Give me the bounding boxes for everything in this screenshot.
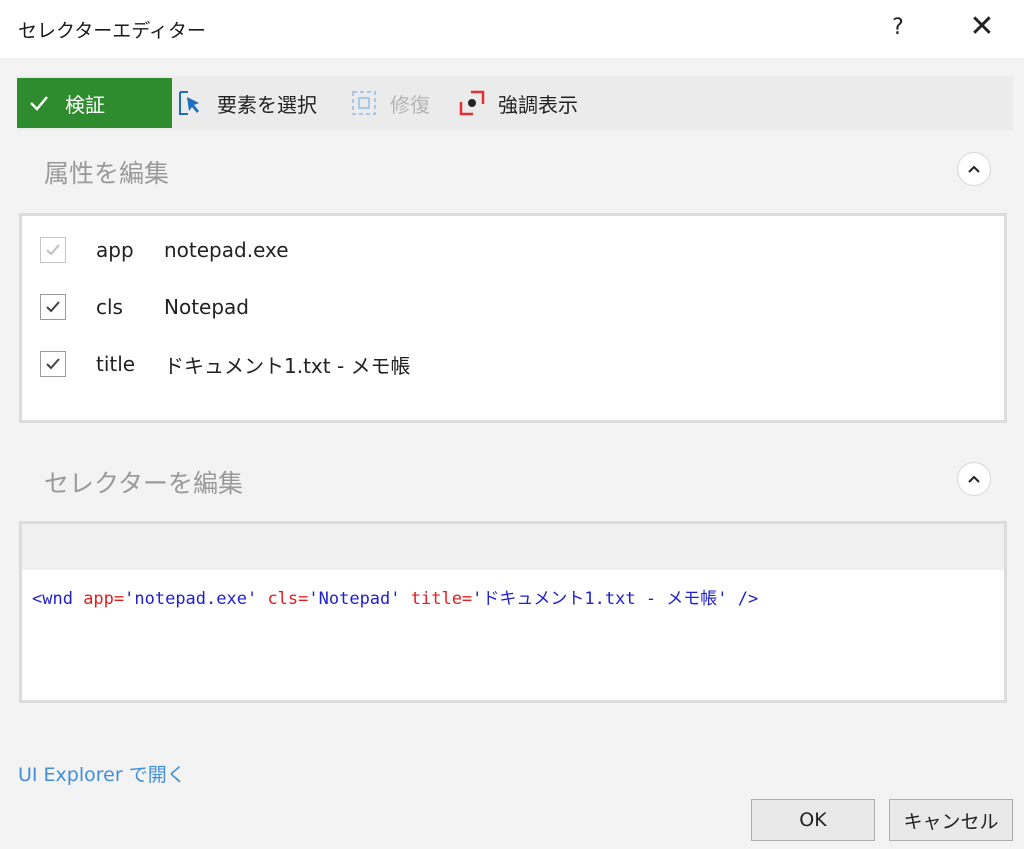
select-element-button[interactable]: 要素を選択 (177, 76, 317, 130)
highlight-button[interactable]: 強調表示 (458, 76, 578, 130)
code-val-title: 'ドキュメント1.txt - メモ帳' (472, 589, 738, 609)
cursor-select-icon (179, 91, 199, 115)
attribute-value: ドキュメント1.txt - メモ帳 (164, 353, 411, 378)
toolbar: 検証 要素を選択 修復 強調表示 (17, 76, 1013, 130)
repair-label: 修復 (390, 92, 430, 117)
attribute-checkbox-app[interactable] (40, 237, 66, 263)
checkmark-icon (46, 301, 60, 313)
repair-icon (352, 91, 376, 115)
ui-explorer-link[interactable]: UI Explorer で開く (18, 760, 186, 787)
attributes-section-title: 属性を編集 (44, 159, 170, 188)
attribute-value: notepad.exe (164, 238, 289, 262)
attribute-checkbox-title[interactable] (40, 351, 66, 377)
chevron-up-icon (968, 475, 980, 483)
selector-code[interactable]: <wnd app='notepad.exe' cls='Notepad' tit… (32, 584, 758, 609)
selector-editor-header (22, 524, 1004, 570)
checkmark-icon (46, 358, 60, 370)
title-bar: セレクターエディター ? ✕ (0, 0, 1024, 58)
close-icon: ✕ (969, 9, 995, 44)
validate-button[interactable]: 検証 (17, 78, 172, 128)
code-tag-open: <wnd (32, 589, 84, 609)
attribute-key: cls (96, 295, 123, 319)
highlight-label: 強調表示 (498, 92, 578, 117)
checkmark-icon (46, 244, 60, 256)
window-title: セレクターエディター (18, 20, 206, 42)
code-val-cls: 'Notepad' (308, 589, 411, 609)
chevron-up-icon (968, 165, 980, 173)
code-attr-cls: cls= (267, 589, 309, 609)
cancel-button[interactable]: キャンセル (889, 799, 1013, 841)
attribute-row-app: app notepad.exe (40, 235, 289, 265)
select-element-label: 要素を選択 (217, 92, 317, 117)
selector-collapse-button[interactable] (957, 462, 991, 496)
attribute-key: app (96, 238, 134, 262)
code-tag-close: /> (737, 589, 759, 609)
attributes-collapse-button[interactable] (957, 152, 991, 186)
code-val-app: 'notepad.exe' (124, 589, 268, 609)
checkmark-icon (30, 96, 48, 111)
attribute-row-cls: cls Notepad (40, 292, 249, 322)
attributes-panel: app notepad.exe cls Notepad title ドキュメント… (19, 213, 1007, 423)
attribute-checkbox-cls[interactable] (40, 294, 66, 320)
attribute-row-title: title ドキュメント1.txt - メモ帳 (40, 349, 411, 379)
attribute-value: Notepad (164, 295, 249, 319)
repair-button[interactable]: 修復 (350, 76, 430, 130)
ok-button[interactable]: OK (751, 799, 875, 841)
validate-label: 検証 (65, 92, 105, 117)
selector-section-title: セレクターを編集 (44, 469, 244, 498)
code-attr-app: app= (83, 589, 125, 609)
close-button[interactable]: ✕ (962, 10, 1002, 46)
highlight-icon (459, 90, 485, 116)
selector-editor[interactable]: <wnd app='notepad.exe' cls='Notepad' tit… (19, 521, 1007, 703)
help-button[interactable]: ? (880, 10, 916, 46)
code-attr-title: title= (410, 589, 473, 609)
attribute-key: title (96, 352, 136, 376)
